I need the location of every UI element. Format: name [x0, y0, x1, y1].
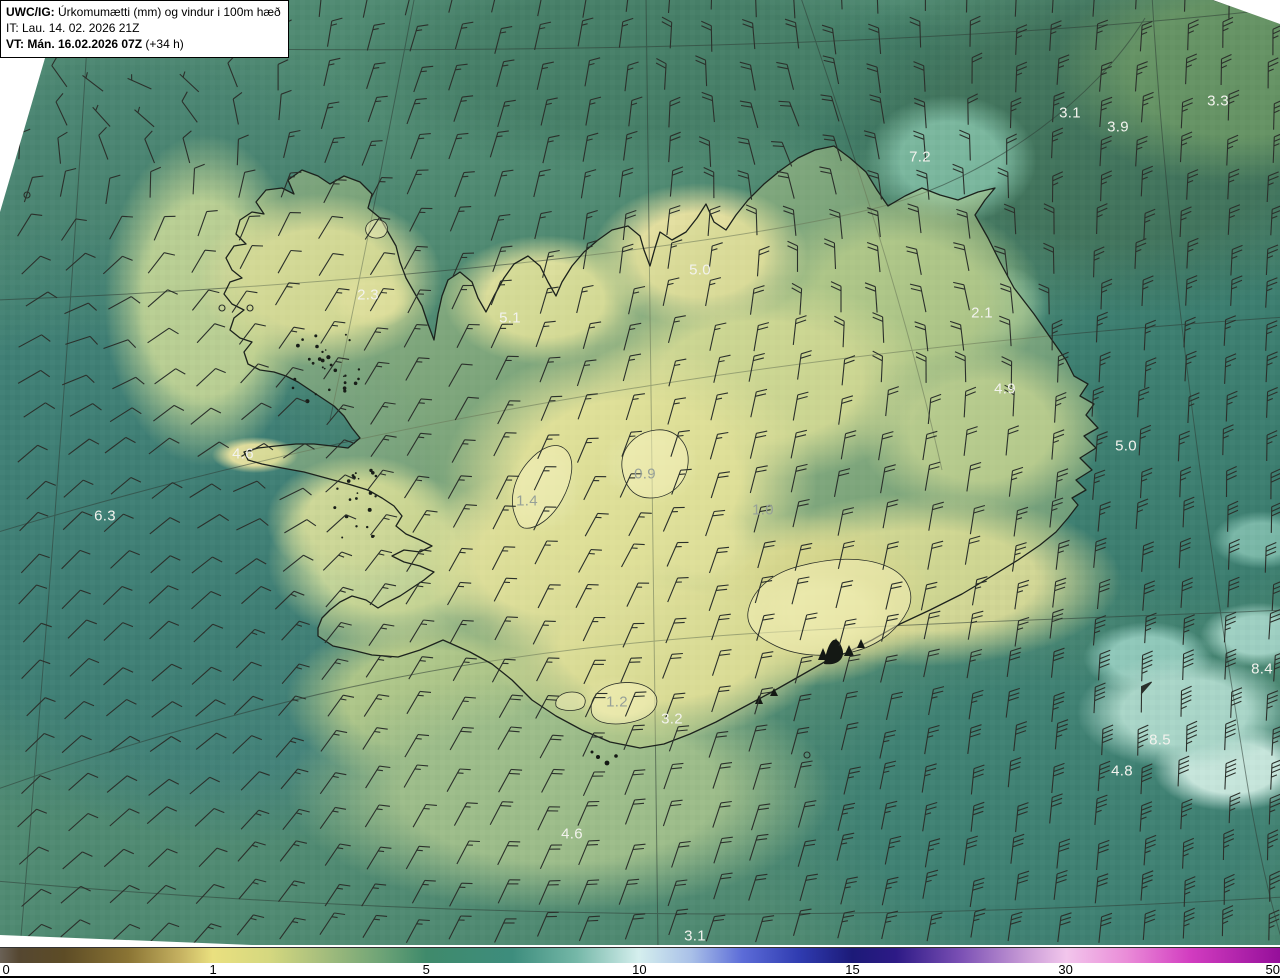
colorbar-tick: 5 — [422, 962, 430, 977]
precip-max-label: 4.9 — [994, 380, 1016, 398]
precip-max-label: 5.0 — [689, 261, 711, 279]
colorbar-tick: 0 — [2, 962, 10, 977]
weather-map-page: 3.1 3.9 3.3 7.2 5.0 2.3 5.1 2.1 4.9 5.0 4.6 6.3 3.2 4… — [0, 0, 1280, 978]
precip-max-label: 2.3 — [357, 286, 379, 304]
precip-min-label: 0.9 — [634, 465, 656, 483]
title-box: UWC/IG: Úrkomumætti (mm) og vindur i 100… — [0, 0, 289, 58]
precip-min-label: 1.4 — [516, 492, 538, 510]
precip-max-label: 5.1 — [499, 309, 521, 327]
precip-max-label: 3.3 — [1207, 92, 1229, 110]
precip-max-label: 8.4 — [1251, 660, 1273, 678]
colorbar-tick: 15 — [845, 962, 860, 977]
precip-min-label: 1.2 — [606, 693, 628, 711]
precip-max-label: 7.2 — [909, 148, 931, 166]
precip-min-label: 1.0 — [752, 501, 774, 519]
colorbar-tick: 30 — [1058, 962, 1073, 977]
title-line-init: IT: Lau. 14. 02. 2026 21Z — [6, 21, 140, 36]
precip-max-label: 6.3 — [94, 507, 116, 525]
title-line-valid: VT: Mán. 16.02.2026 07Z (+34 h) — [6, 37, 184, 52]
colorbar-tick: 10 — [632, 962, 647, 977]
map-canvas: 3.1 3.9 3.3 7.2 5.0 2.3 5.1 2.1 4.9 5.0 4.6 6.3 3.2 4… — [0, 0, 1280, 945]
colorbar-gradient — [0, 947, 1280, 963]
precip-max-label: 3.1 — [1059, 104, 1081, 122]
precip-max-label: 5.0 — [1115, 437, 1137, 455]
precip-max-label: 2.1 — [971, 304, 993, 322]
precip-max-label: 8.5 — [1149, 731, 1171, 749]
precip-colorbar: 0 1 5 10 15 30 50 — [0, 945, 1280, 978]
precip-max-label: 3.1 — [684, 927, 706, 945]
precip-max-label: 3.9 — [1107, 118, 1129, 136]
precip-max-label: 4.6 — [561, 825, 583, 843]
precip-max-label: 4.6 — [232, 445, 254, 463]
precip-extrema-labels: 3.1 3.9 3.3 7.2 5.0 2.3 5.1 2.1 4.9 5.0 4.6 6.3 3.2 4… — [0, 0, 1280, 945]
title-line-product: UWC/IG: Úrkomumætti (mm) og vindur i 100… — [6, 5, 281, 19]
precip-max-label: 4.8 — [1111, 762, 1133, 780]
precip-max-label: 3.2 — [661, 710, 683, 728]
colorbar-tick: 50 — [1265, 962, 1280, 977]
colorbar-tick: 1 — [209, 962, 217, 977]
